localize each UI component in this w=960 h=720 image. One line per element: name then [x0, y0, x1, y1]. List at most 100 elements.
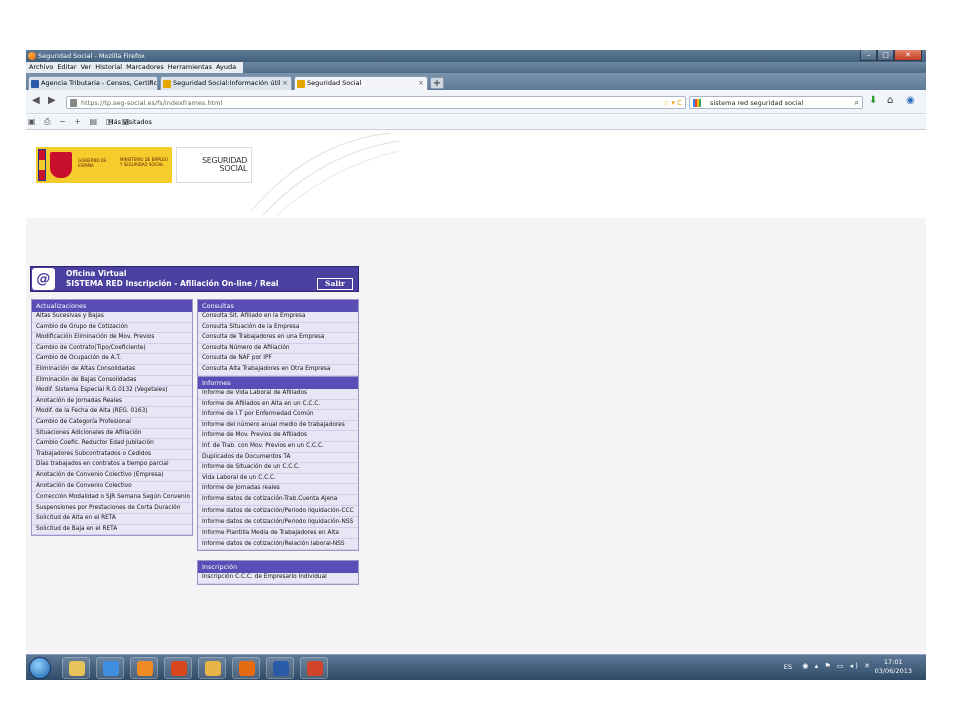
- url-text: https://tp.seg-social.es/fs/indexframes.…: [81, 99, 223, 107]
- menu-link[interactable]: Informe de I.T por Enfermedad Común: [198, 410, 358, 421]
- menu-link[interactable]: Informe de Situación de un C.C.C.: [198, 463, 358, 474]
- menu-link[interactable]: Inf. de Trab. con Mov. Previos en un C.C…: [198, 442, 358, 453]
- menu-link[interactable]: Cambio de Contrato(Tipo/Coeficiente): [32, 344, 192, 355]
- menu-link[interactable]: Anotación de Convenio Colectivo: [32, 482, 192, 493]
- ss-logo-text: SEGURIDAD SOCIAL: [202, 157, 247, 173]
- menu-link[interactable]: Consulta Número de Afiliación: [198, 344, 358, 355]
- tab-seguridad-social[interactable]: Seguridad Social ×: [294, 76, 428, 90]
- menu-link[interactable]: Informe datos de cotización/Periodo liqu…: [198, 506, 358, 517]
- firefox-icon: [28, 52, 36, 60]
- bookmark-star-icon[interactable]: ☆ ▾ C: [663, 97, 682, 109]
- menu-link[interactable]: Cambio de Categoría Profesional: [32, 418, 192, 429]
- menu-link[interactable]: Eliminación de Bajas Consolidadas: [32, 376, 192, 387]
- taskbar-word-button[interactable]: [266, 657, 294, 679]
- tab-close-icon[interactable]: ×: [282, 77, 288, 90]
- taskbar-explorer-button[interactable]: [62, 657, 90, 679]
- firefox-icon: [239, 661, 255, 676]
- menu-link[interactable]: Consulta de NAF por IPF: [198, 354, 358, 365]
- home-icon[interactable]: ⌂: [887, 95, 893, 107]
- tab-favicon-icon: [297, 80, 305, 88]
- new-tab-button[interactable]: +: [430, 77, 444, 89]
- menu-marcadores[interactable]: Marcadores: [126, 62, 164, 73]
- search-bar[interactable]: sistema red seguridad social ⌕: [689, 96, 863, 109]
- clock[interactable]: 17:01 03/06/2013: [875, 658, 912, 676]
- menu-link[interactable]: Anotación de Convenio Colectivo (Empresa…: [32, 471, 192, 482]
- menu-link[interactable]: Altas Sucesivas y Bajas: [32, 312, 192, 323]
- outlook-icon: [205, 661, 221, 676]
- menu-link[interactable]: Solicitud de Baja en el RETA: [32, 525, 192, 536]
- tab-favicon-icon: [31, 80, 39, 88]
- search-icon[interactable]: ⌕: [855, 97, 859, 109]
- addon-icon[interactable]: ◉: [906, 95, 915, 107]
- menu-link[interactable]: Consulta Sit. Afiliado en la Empresa: [198, 312, 358, 323]
- download-icon[interactable]: ⬇: [869, 95, 877, 107]
- start-button[interactable]: [29, 657, 51, 679]
- menu-link[interactable]: Inscripción C.C.C. de Empresario Individ…: [198, 573, 358, 584]
- gobierno-logo: GOBIERNO DE ESPAÑA MINISTERIO DE EMPLEO …: [36, 147, 172, 183]
- flag-stripe: [38, 149, 46, 181]
- menu-link[interactable]: Vida Laboral de un C.C.C.: [198, 474, 358, 485]
- menu-link[interactable]: Informe Plantilla Media de Trabajadores …: [198, 528, 358, 539]
- taskbar-internet-explorer-button[interactable]: [96, 657, 124, 679]
- menu-link[interactable]: Trabajadores Subcontratados o Cedidos: [32, 450, 192, 461]
- menu-link[interactable]: Solicitud de Alta en el RETA: [32, 514, 192, 525]
- menu-link[interactable]: Modif. Sistema Especial R.G.0132 (Vegeta…: [32, 386, 192, 397]
- minimize-button[interactable]: –: [860, 50, 877, 61]
- menu-ayuda[interactable]: Ayuda: [216, 62, 236, 73]
- tab-close-icon[interactable]: ×: [418, 77, 424, 90]
- menu-link[interactable]: Informe de Afiliados en Alta en un C.C.C…: [198, 400, 358, 411]
- language-indicator[interactable]: ES: [784, 663, 792, 671]
- menu-link[interactable]: Cambio Coefic. Reductor Edad Jubilación: [32, 439, 192, 450]
- menu-link[interactable]: Cambio de Grupo de Cotización: [32, 323, 192, 334]
- menu-link[interactable]: Suspensiones por Prestaciones de Corta D…: [32, 503, 192, 515]
- taskbar-firefox-button[interactable]: [232, 657, 260, 679]
- menu-link[interactable]: Informe datos de cotización/Relación lab…: [198, 539, 358, 550]
- maximize-button[interactable]: □: [877, 50, 894, 61]
- clock-date: 03/06/2013: [874, 667, 912, 675]
- forward-icon[interactable]: ▶: [48, 95, 56, 107]
- menu-link[interactable]: Informe datos de cotización-Trab.Cuenta …: [198, 495, 358, 506]
- menu-link[interactable]: Modificación Eliminación de Mov. Previos: [32, 333, 192, 344]
- menu-herramientas[interactable]: Herramientas: [168, 62, 212, 73]
- menu-link[interactable]: Informe datos de cotización/Periodo liqu…: [198, 517, 358, 528]
- menu-link[interactable]: Situaciones Adicionales de Afiliación: [32, 429, 192, 440]
- menu-link[interactable]: Modif. de la Fecha de Alta (REG. 0163): [32, 407, 192, 418]
- menu-link[interactable]: Consulta Situación de la Empresa: [198, 323, 358, 334]
- tray-icons[interactable]: ◉ ▴ ⚑ ▭ ◂) ✕: [802, 662, 872, 670]
- menu-editar[interactable]: Editar: [57, 62, 76, 73]
- lock-icon: [70, 99, 77, 107]
- menu-archivo[interactable]: Archivo: [29, 62, 53, 73]
- menu-historial[interactable]: Historial: [95, 62, 122, 73]
- menu-link[interactable]: Cambio de Ocupación de A.T.: [32, 354, 192, 365]
- taskbar-media-player-button[interactable]: [130, 657, 158, 679]
- tab-label: Seguridad Social: [307, 79, 362, 87]
- taskbar-outlook-button[interactable]: [198, 657, 226, 679]
- menu-link[interactable]: Informe de Vida Laboral de Afiliados: [198, 389, 358, 400]
- tab-close-icon[interactable]: ×: [148, 77, 154, 90]
- menu-ver[interactable]: Ver: [81, 62, 92, 73]
- close-button[interactable]: ✕: [894, 50, 922, 61]
- taskbar-powerpoint-button[interactable]: [300, 657, 328, 679]
- menu-link[interactable]: Eliminación de Altas Consolidadas: [32, 365, 192, 376]
- back-icon[interactable]: ◀: [32, 95, 40, 107]
- menu-link[interactable]: Informe del número anual medio de trabaj…: [198, 421, 358, 432]
- menu-link[interactable]: Consulta de Trabajadores en una Empresa: [198, 333, 358, 344]
- clock-time: 17:01: [883, 658, 903, 666]
- tab-informacion-util[interactable]: Seguridad Social:Información útil ×: [160, 76, 292, 90]
- menu-link[interactable]: Días trabajados en contratos a tiempo pa…: [32, 460, 192, 471]
- bookmark-mas-visitados[interactable]: Más visitados: [108, 116, 152, 128]
- menu-link[interactable]: Consulta Alta Trabajadores en Otra Empre…: [198, 365, 358, 376]
- menu-link[interactable]: Anotación de Jornadas Reales: [32, 397, 192, 408]
- taskbar-office-button[interactable]: [164, 657, 192, 679]
- menu-link[interactable]: Duplicados de Documentos TA: [198, 453, 358, 464]
- url-bar[interactable]: https://tp.seg-social.es/fs/indexframes.…: [66, 96, 686, 109]
- tab-agencia-tributaria[interactable]: Agencia Tributaria - Censos, Certifica..…: [28, 76, 158, 90]
- menu-link[interactable]: Corrección Modalidad o SJR Semana Según …: [32, 492, 192, 504]
- menu-link[interactable]: Informe de Jornadas reales: [198, 484, 358, 495]
- bookmarks-bar: ▣ ⎙ − + ▤ ◫ ▧ Más visitados: [26, 115, 926, 130]
- word-icon: [273, 661, 289, 676]
- salir-button[interactable]: Salir: [317, 278, 353, 290]
- menu-bar: Archivo Editar Ver Historial Marcadores …: [26, 62, 926, 73]
- tab-label: Agencia Tributaria - Censos, Certifica..…: [41, 79, 158, 87]
- menu-link[interactable]: Informe de Mov. Previos de Afiliados: [198, 431, 358, 442]
